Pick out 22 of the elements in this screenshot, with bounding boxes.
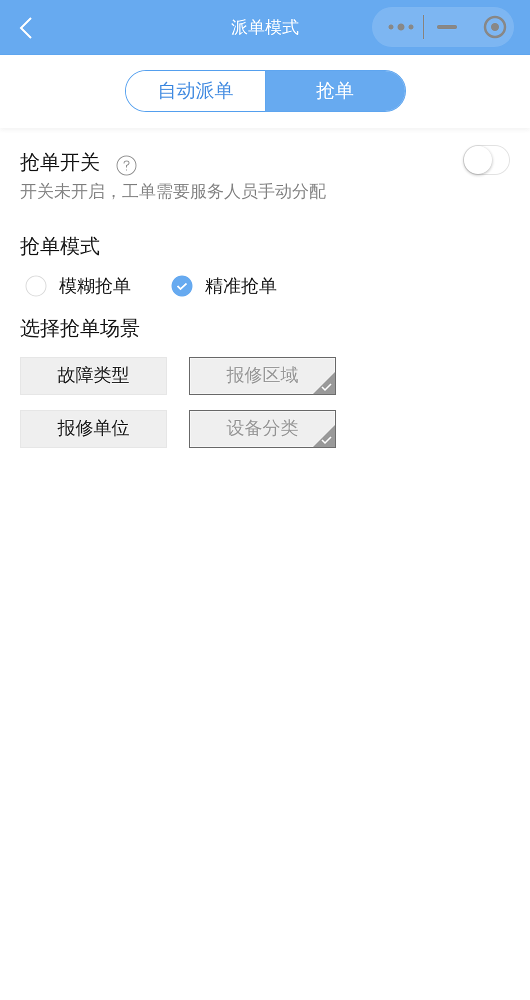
section-title: 选择抢单场景 bbox=[20, 314, 141, 342]
radio-button[interactable] bbox=[25, 275, 47, 297]
minimize-icon[interactable] bbox=[437, 25, 457, 29]
section-title: 抢单模式 bbox=[20, 232, 101, 260]
help-icon[interactable] bbox=[116, 154, 137, 176]
close-icon[interactable] bbox=[483, 15, 507, 39]
scene-option[interactable]: 设备分类 bbox=[189, 410, 336, 448]
hint-text: 开关未开启，工单需要服务人员手动分配 bbox=[20, 181, 327, 204]
radio-label: 精准抢单 bbox=[205, 274, 277, 298]
segment-tab[interactable]: 抢单 bbox=[265, 71, 404, 111]
toggle-switch[interactable] bbox=[463, 145, 510, 175]
back-icon[interactable] bbox=[19, 16, 33, 40]
scene-option[interactable]: 报修区域 bbox=[189, 356, 336, 394]
check-corner-icon bbox=[313, 372, 335, 394]
check-corner-icon bbox=[313, 424, 335, 446]
radio-label: 模糊抢单 bbox=[59, 274, 131, 298]
scene-option[interactable]: 报修单位 bbox=[20, 410, 167, 448]
section-title: 抢单开关 bbox=[20, 149, 100, 176]
scene-option[interactable]: 故障类型 bbox=[20, 356, 167, 394]
radio-button[interactable] bbox=[171, 275, 193, 297]
page-title: 派单模式 bbox=[230, 17, 300, 40]
more-icon[interactable] bbox=[388, 23, 414, 31]
